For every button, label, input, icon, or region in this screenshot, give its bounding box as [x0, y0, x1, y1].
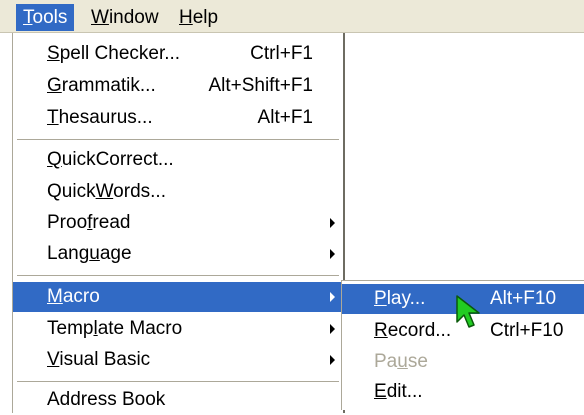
- shortcut-label: Alt+F10: [490, 288, 557, 309]
- submenu-item-edit[interactable]: Edit...: [342, 377, 584, 407]
- menu-separator: [17, 275, 339, 276]
- menu-item-address-book[interactable]: Address Book: [13, 385, 343, 415]
- submenu-item-pause: Pause: [374, 351, 428, 372]
- mouse-pointer-icon: [456, 295, 480, 328]
- menu-separator: [17, 381, 339, 382]
- menu-item-language[interactable]: Language: [13, 239, 343, 269]
- submenu-arrow-icon: [330, 249, 335, 259]
- menu-help[interactable]: Help: [172, 4, 225, 31]
- shortcut-label: Alt+F1: [257, 107, 313, 128]
- tools-dropdown-menu: Spell Checker... Ctrl+F1 Grammatik... Al…: [12, 33, 345, 413]
- menu-item-spell-checker[interactable]: Spell Checker... Ctrl+F1: [13, 39, 343, 69]
- submenu-arrow-icon: [330, 292, 335, 302]
- shortcut-label: Ctrl+F10: [490, 320, 564, 341]
- menu-item-quickcorrect[interactable]: QuickCorrect...: [13, 145, 343, 175]
- menu-tools[interactable]: Tools: [16, 4, 75, 31]
- shortcut-label: Alt+Shift+F1: [208, 75, 313, 96]
- shortcut-label: Ctrl+F1: [250, 43, 313, 64]
- menu-window[interactable]: Window: [84, 4, 166, 31]
- submenu-arrow-icon: [330, 324, 335, 334]
- menu-item-macro[interactable]: Macro: [13, 282, 343, 312]
- menu-bar: Tools Window Help: [0, 0, 584, 33]
- menu-item-grammatik[interactable]: Grammatik... Alt+Shift+F1: [13, 71, 343, 101]
- submenu-arrow-icon: [330, 218, 335, 228]
- menu-item-quickwords[interactable]: QuickWords...: [13, 177, 343, 207]
- submenu-arrow-icon: [330, 355, 335, 365]
- menu-item-proofread[interactable]: Proofread: [13, 208, 343, 238]
- menu-item-visual-basic[interactable]: Visual Basic: [13, 345, 343, 375]
- menu-item-template-macro[interactable]: Template Macro: [13, 314, 343, 344]
- menu-item-thesaurus[interactable]: Thesaurus... Alt+F1: [13, 103, 343, 133]
- menu-separator: [17, 139, 339, 140]
- mouse-pointer-shape: [456, 295, 480, 328]
